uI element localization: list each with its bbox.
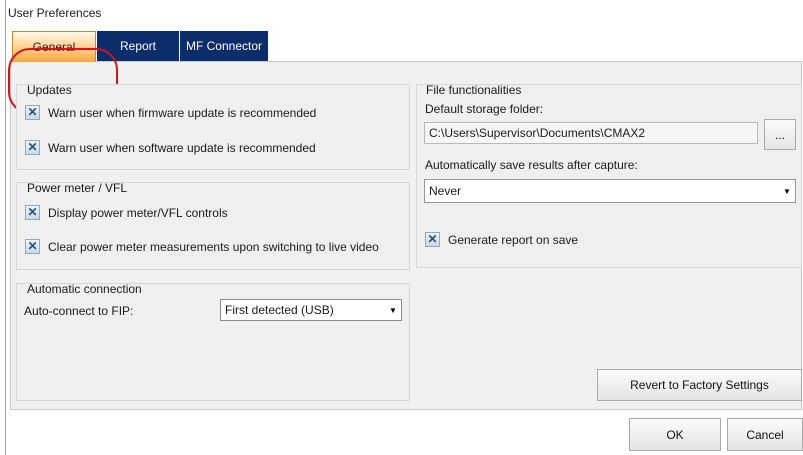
autosave-dropdown[interactable]: Never ▼ — [424, 179, 796, 203]
tab-general[interactable]: General — [12, 31, 96, 62]
firmware-warning-label: Warn user when firmware update is recomm… — [48, 106, 317, 120]
auto-connection-group: Automatic connection Auto-connect to FIP… — [16, 282, 410, 401]
chevron-down-icon: ▼ — [783, 186, 791, 196]
storage-folder-field[interactable]: C:\Users\Supervisor\Documents\CMAX2 — [424, 122, 758, 144]
browse-folder-button[interactable]: ... — [764, 119, 796, 150]
window-left-border — [5, 0, 6, 455]
autosave-label: Automatically save results after capture… — [425, 158, 638, 172]
display-power-meter-label: Display power meter/VFL controls — [48, 206, 228, 220]
generate-report-checkbox[interactable]: ✕ — [425, 232, 440, 247]
software-warning-label: Warn user when software update is recomm… — [48, 141, 316, 155]
generate-report-label: Generate report on save — [448, 233, 579, 247]
window-title: User Preferences — [8, 6, 102, 20]
tab-report[interactable]: Report — [97, 31, 179, 61]
tab-mf-connector[interactable]: MF Connector — [180, 31, 268, 61]
auto-connection-group-title: Automatic connection — [27, 282, 142, 296]
power-meter-group: Power meter / VFL ✕ Display power meter/… — [16, 181, 410, 270]
ok-button[interactable]: OK — [629, 418, 721, 451]
display-power-meter-checkbox[interactable]: ✕ — [25, 205, 40, 220]
storage-folder-value: C:\Users\Supervisor\Documents\CMAX2 — [429, 126, 646, 140]
firmware-warning-checkbox[interactable]: ✕ — [25, 105, 40, 120]
file-functionalities-group: File functionalities Default storage fol… — [416, 83, 802, 268]
auto-connect-dropdown[interactable]: First detected (USB) ▼ — [220, 299, 402, 321]
clear-measurements-label: Clear power meter measurements upon swit… — [48, 240, 379, 254]
auto-connect-selected: First detected (USB) — [225, 303, 334, 317]
revert-factory-settings-button[interactable]: Revert to Factory Settings — [597, 369, 802, 401]
auto-connect-label: Auto-connect to FIP: — [24, 304, 134, 318]
chevron-down-icon: ▼ — [389, 305, 397, 315]
updates-group: Updates ✕ Warn user when firmware update… — [16, 83, 410, 170]
cancel-button[interactable]: Cancel — [727, 418, 803, 451]
clear-measurements-checkbox[interactable]: ✕ — [25, 239, 40, 254]
autosave-selected: Never — [429, 184, 462, 198]
power-meter-group-title: Power meter / VFL — [27, 181, 128, 195]
software-warning-checkbox[interactable]: ✕ — [25, 140, 40, 155]
storage-folder-label: Default storage folder: — [425, 102, 544, 116]
file-functionalities-group-title: File functionalities — [426, 83, 522, 97]
updates-group-title: Updates — [27, 83, 72, 97]
